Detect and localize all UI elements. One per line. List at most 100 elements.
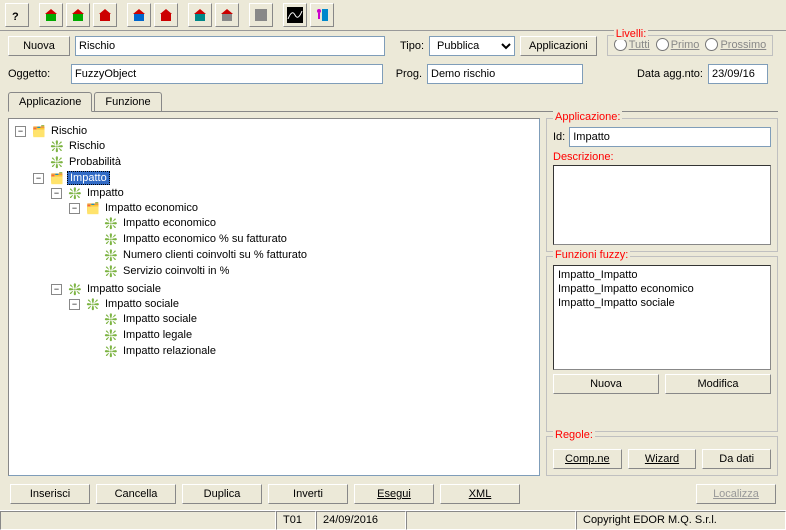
descrizione-textarea[interactable] bbox=[553, 165, 771, 245]
applicazione-group: Applicazione: Id: Descrizione: bbox=[546, 118, 778, 252]
house-red2-icon[interactable] bbox=[154, 3, 178, 27]
header-row-1: Nuova Tipo: Pubblica Applicazioni Livell… bbox=[0, 31, 786, 60]
radio-prossimo[interactable]: Prossimo bbox=[705, 38, 766, 51]
tipo-select[interactable]: Pubblica bbox=[429, 36, 515, 56]
app-icon: 🗂️ bbox=[31, 124, 47, 138]
leaf-icon: ❇️ bbox=[103, 216, 119, 230]
leaf-icon: ❇️ bbox=[49, 155, 65, 169]
tree-imp-soc[interactable]: Impatto sociale bbox=[121, 313, 199, 325]
expander-icon[interactable]: − bbox=[69, 203, 80, 214]
leaf-icon: ❇️ bbox=[103, 248, 119, 262]
tree-servizio[interactable]: Servizio coinvolti in % bbox=[121, 265, 231, 277]
tree-impatto-selected[interactable]: Impatto bbox=[67, 171, 110, 185]
leaf-icon: ❇️ bbox=[67, 282, 83, 296]
status-copyright: Copyright EDOR M.Q. S.r.l. bbox=[576, 511, 786, 530]
cancella-button[interactable]: Cancella bbox=[96, 484, 176, 504]
house-teal-icon[interactable] bbox=[188, 3, 212, 27]
id-label: Id: bbox=[553, 131, 565, 143]
tree-imp-econ[interactable]: Impatto economico bbox=[121, 217, 218, 229]
descrizione-legend: Descrizione: bbox=[553, 151, 771, 163]
nuova-funzione-button[interactable]: Nuova bbox=[553, 374, 659, 394]
house-red-icon[interactable] bbox=[93, 3, 117, 27]
leaf-icon: ❇️ bbox=[49, 139, 65, 153]
bottom-buttons: Inserisci Cancella Duplica Inverti Esegu… bbox=[0, 482, 786, 510]
status-bar: T01 24/09/2016 Copyright EDOR M.Q. S.r.l… bbox=[0, 510, 786, 530]
localizza-button[interactable]: Localizza bbox=[696, 484, 776, 504]
help-icon[interactable]: ? bbox=[5, 3, 29, 27]
right-panel: Applicazione: Id: Descrizione: Funzioni … bbox=[546, 118, 778, 476]
tree-rischio[interactable]: Rischio bbox=[67, 140, 107, 152]
funzioni-listbox[interactable]: Impatto_Impatto Impatto_Impatto economic… bbox=[553, 265, 771, 370]
square-gray-icon[interactable] bbox=[249, 3, 273, 27]
tab-funzione[interactable]: Funzione bbox=[94, 92, 161, 111]
dadati-button[interactable]: Da dati bbox=[702, 449, 771, 469]
data-agg-label: Data agg.nto: bbox=[613, 68, 703, 80]
house-green-icon[interactable] bbox=[39, 3, 63, 27]
inserisci-button[interactable]: Inserisci bbox=[10, 484, 90, 504]
list-item[interactable]: Impatto_Impatto economico bbox=[556, 282, 768, 296]
leaf-icon: ❇️ bbox=[103, 312, 119, 326]
header-row-2: Oggetto: Prog. Data agg.nto: bbox=[0, 60, 786, 88]
funzioni-group: Funzioni fuzzy: Impatto_Impatto Impatto_… bbox=[546, 256, 778, 432]
expander-icon[interactable]: − bbox=[51, 188, 62, 199]
funzioni-legend: Funzioni fuzzy: bbox=[553, 249, 630, 261]
leaf-icon: ❇️ bbox=[85, 297, 101, 311]
expander-icon[interactable]: − bbox=[15, 126, 26, 137]
tree-panel[interactable]: −🗂️Rischio ❇️Rischio ❇️Probabilità −🗂️Im… bbox=[8, 118, 540, 476]
tree-num-clienti[interactable]: Numero clienti coinvolti su % fatturato bbox=[121, 249, 309, 261]
radio-primo[interactable]: Primo bbox=[656, 38, 700, 51]
oggetto-label: Oggetto: bbox=[8, 68, 66, 80]
house-gray-icon[interactable] bbox=[215, 3, 239, 27]
regole-group: Regole: Comp.ne Wizard Da dati bbox=[546, 436, 778, 476]
wave-icon[interactable] bbox=[283, 3, 307, 27]
tree-imp-soc-parent[interactable]: Impatto sociale bbox=[85, 283, 163, 295]
leaf-icon: ❇️ bbox=[103, 264, 119, 278]
expander-icon[interactable]: − bbox=[33, 173, 44, 184]
tree-imp-rel[interactable]: Impatto relazionale bbox=[121, 345, 218, 357]
toolbar: ? bbox=[0, 0, 786, 31]
leaf-icon: ❇️ bbox=[103, 344, 119, 358]
tree-imp-legale[interactable]: Impatto legale bbox=[121, 329, 194, 341]
tree-imp-econ-pct[interactable]: Impatto economico % su fatturato bbox=[121, 233, 289, 245]
esegui-button[interactable]: Esegui bbox=[354, 484, 434, 504]
expander-icon[interactable]: − bbox=[69, 299, 80, 310]
oggetto-input[interactable] bbox=[71, 64, 383, 84]
leaf-icon: ❇️ bbox=[67, 186, 83, 200]
inverti-button[interactable]: Inverti bbox=[268, 484, 348, 504]
app-icon: 🗂️ bbox=[49, 171, 65, 185]
house-green2-icon[interactable] bbox=[66, 3, 90, 27]
data-agg-input[interactable] bbox=[708, 64, 768, 84]
tree-imp-econ-parent[interactable]: Impatto economico bbox=[103, 202, 200, 214]
rischio-input[interactable] bbox=[75, 36, 385, 56]
nuova-button[interactable]: Nuova bbox=[8, 36, 70, 56]
tree-root[interactable]: Rischio bbox=[49, 125, 89, 137]
tabs: Applicazione Funzione bbox=[0, 88, 786, 112]
tab-applicazione[interactable]: Applicazione bbox=[8, 92, 92, 112]
applicazione-legend: Applicazione: bbox=[553, 111, 622, 123]
status-date: 24/09/2016 bbox=[316, 511, 406, 530]
prog-label: Prog. bbox=[388, 68, 422, 80]
tree-impatto2[interactable]: Impatto bbox=[85, 187, 126, 199]
applicazioni-button[interactable]: Applicazioni bbox=[520, 36, 597, 56]
duplica-button[interactable]: Duplica bbox=[182, 484, 262, 504]
modifica-button[interactable]: Modifica bbox=[665, 374, 771, 394]
compne-button[interactable]: Comp.ne bbox=[553, 449, 622, 469]
tree-probabilita[interactable]: Probabilità bbox=[67, 156, 123, 168]
wizard-button[interactable]: Wizard bbox=[628, 449, 697, 469]
tipo-label: Tipo: bbox=[390, 40, 424, 52]
leaf-icon: ❇️ bbox=[103, 232, 119, 246]
regole-legend: Regole: bbox=[553, 429, 595, 441]
list-item[interactable]: Impatto_Impatto sociale bbox=[556, 296, 768, 310]
house-blue-icon[interactable] bbox=[127, 3, 151, 27]
prog-input[interactable] bbox=[427, 64, 583, 84]
status-t01: T01 bbox=[276, 511, 316, 530]
tree-imp-soc2[interactable]: Impatto sociale bbox=[103, 298, 181, 310]
xml-button[interactable]: XML bbox=[440, 484, 520, 504]
leaf-icon: ❇️ bbox=[103, 328, 119, 342]
list-item[interactable]: Impatto_Impatto bbox=[556, 268, 768, 282]
livelli-legend: Livelli: bbox=[614, 28, 649, 40]
livelli-group: Livelli: Tutti Primo Prossimo bbox=[607, 35, 774, 56]
exit-icon[interactable] bbox=[310, 3, 334, 27]
expander-icon[interactable]: − bbox=[51, 284, 62, 295]
id-input[interactable] bbox=[569, 127, 771, 147]
